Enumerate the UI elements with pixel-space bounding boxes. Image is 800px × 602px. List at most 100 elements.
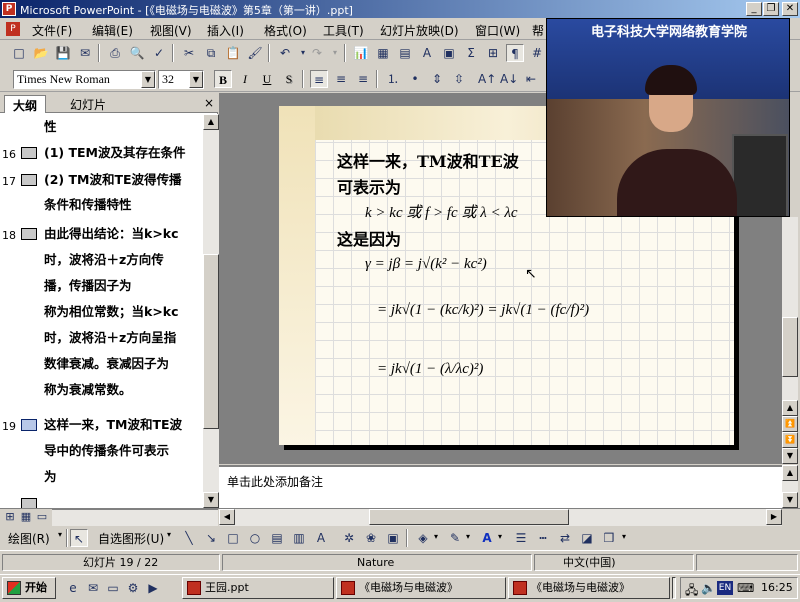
increase-spacing-icon[interactable]: ⇕	[428, 70, 446, 88]
menu-view[interactable]: 视图(V)	[150, 22, 192, 39]
outline-line[interactable]: 播，传播因子为	[44, 273, 132, 298]
menu-window[interactable]: 窗口(W)	[475, 22, 520, 39]
slide-thumbnail-icon[interactable]	[21, 147, 37, 159]
wordart-icon[interactable]: A	[312, 529, 330, 547]
open-file-icon[interactable]: 📂	[32, 44, 50, 62]
outline-hscrollbar[interactable]	[52, 509, 218, 526]
next-slide-icon[interactable]: ⏬	[782, 432, 798, 448]
quicklaunch-icon[interactable]: ⚙	[124, 579, 142, 597]
italic-button[interactable]: I	[236, 70, 254, 88]
outline-line[interactable]: 时，波将沿＋z方向传	[44, 247, 164, 272]
show-formatting-icon[interactable]: ¶	[506, 44, 524, 62]
demote-icon[interactable]: ⇤	[522, 70, 540, 88]
shadow-button[interactable]: S	[280, 70, 298, 88]
media-player-icon[interactable]: ▶	[144, 579, 162, 597]
new-file-icon[interactable]: □	[10, 44, 28, 62]
slide-because[interactable]: 这是因为	[337, 226, 401, 250]
outline-line[interactable]: 为	[44, 464, 57, 489]
numbering-icon[interactable]: ⒈	[384, 70, 402, 88]
expand-icon[interactable]: ⊞	[484, 44, 502, 62]
fill-color-icon[interactable]: ◈	[414, 529, 432, 547]
outline-line[interactable]: 这样一来，TM波和TE波	[44, 412, 182, 437]
line-color-icon[interactable]: ✎	[446, 529, 464, 547]
slide-title-line1[interactable]: 这样一来，TM波和TE波	[337, 148, 519, 172]
menu-edit[interactable]: 编辑(E)	[92, 22, 133, 39]
slide-title-line2[interactable]: 可表示为	[337, 174, 401, 198]
insert-picture-icon[interactable]: ▣	[384, 529, 402, 547]
save-icon[interactable]: 💾	[54, 44, 72, 62]
decrease-spacing-icon[interactable]: ⇳	[450, 70, 468, 88]
paste-icon[interactable]: 📋	[224, 44, 242, 62]
slide-sorter-icon[interactable]: ▦	[18, 509, 34, 525]
scroll-thumb[interactable]	[203, 254, 219, 429]
decrease-font-icon[interactable]: A↓	[500, 70, 518, 88]
clock[interactable]: 16:25	[761, 581, 793, 594]
taskbar-item[interactable]: 《电磁场与电磁波》	[508, 577, 670, 599]
outline-list[interactable]: 性 16 (1) TEM波及其存在条件 17 (2) TM波和TE波得传播 条件…	[0, 114, 203, 508]
draw-menu[interactable]: 绘图(R)	[8, 530, 50, 547]
select-pointer-icon[interactable]: ↖	[70, 529, 88, 547]
menu-help[interactable]: 帮	[532, 22, 544, 39]
notes-pane[interactable]: 单击此处添加备注	[219, 465, 782, 508]
arrow-style-icon[interactable]: ⇄	[556, 529, 574, 547]
grid-icon[interactable]: #	[528, 44, 546, 62]
outline-line[interactable]: 称为衰减常数。	[44, 377, 132, 402]
menu-slideshow[interactable]: 幻灯片放映(D)	[380, 22, 459, 39]
cut-icon[interactable]: ✂	[180, 44, 198, 62]
scroll-left-icon[interactable]: ◀	[219, 509, 235, 525]
slide-equation-3[interactable]: = jk√(1 − (λ/λc)²)	[377, 361, 483, 378]
undo-icon[interactable]: ↶	[276, 44, 294, 62]
previous-slide-icon[interactable]: ⏫	[782, 416, 798, 432]
rectangle-icon[interactable]: □	[224, 529, 242, 547]
tab-slides[interactable]: 幻灯片	[62, 95, 114, 113]
slide-thumbnail-icon[interactable]	[21, 419, 37, 431]
scroll-thumb[interactable]	[369, 509, 569, 525]
slide-condition[interactable]: k > kc 或 f > fc 或 λ < λc	[365, 201, 517, 222]
close-icon[interactable]: ×	[204, 96, 214, 110]
outline-line[interactable]: (2) TM波和TE波得传播	[44, 167, 182, 192]
scroll-up-icon[interactable]: ▲	[782, 400, 798, 416]
align-left-icon[interactable]: ≡	[310, 70, 328, 88]
tab-outline[interactable]: 大纲	[4, 95, 47, 113]
insert-wordart-icon[interactable]: A	[418, 44, 436, 62]
format-painter-icon[interactable]: 🖌	[246, 44, 264, 62]
slide-hscrollbar[interactable]: ◀ ▶	[219, 509, 782, 526]
insert-image-icon[interactable]: ▣	[440, 44, 458, 62]
clipart-icon[interactable]: ❀	[362, 529, 380, 547]
chevron-down-icon[interactable]: ▾	[466, 532, 470, 541]
slideshow-icon[interactable]: ▭	[34, 509, 50, 525]
notes-placeholder[interactable]: 单击此处添加备注	[227, 473, 323, 490]
scroll-down-icon[interactable]: ▼	[203, 492, 219, 508]
tables-borders-icon[interactable]: ▤	[396, 44, 414, 62]
chevron-down-icon[interactable]: ▼	[189, 71, 203, 88]
normal-view-icon[interactable]: ⊞	[2, 509, 18, 525]
align-center-icon[interactable]: ≡	[332, 70, 350, 88]
insert-chart-icon[interactable]: 📊	[352, 44, 370, 62]
close-icon[interactable]: ✕	[782, 2, 798, 16]
ime-indicator[interactable]: EN	[717, 581, 733, 595]
scroll-down-icon[interactable]: ▼	[782, 448, 798, 464]
ie-icon[interactable]: e	[64, 579, 82, 597]
outline-scrollbar[interactable]: ▲ ▼	[203, 114, 219, 508]
spelling-icon[interactable]: ✓	[150, 44, 168, 62]
align-right-icon[interactable]: ≡	[354, 70, 372, 88]
volume-icon[interactable]: 🔈	[701, 581, 716, 595]
insert-table-icon[interactable]: ▦	[374, 44, 392, 62]
3d-style-icon[interactable]: ❒	[600, 529, 618, 547]
scroll-right-icon[interactable]: ▶	[766, 509, 782, 525]
bold-button[interactable]: B	[214, 70, 232, 88]
vertical-textbox-icon[interactable]: ▥	[290, 529, 308, 547]
bullets-icon[interactable]: •	[406, 70, 424, 88]
outline-line[interactable]: 由此得出结论：当k>kc	[44, 221, 179, 246]
menu-tools[interactable]: 工具(T)	[323, 22, 364, 39]
desktop-icon[interactable]: ▭	[104, 579, 122, 597]
diagram-icon[interactable]: ✲	[340, 529, 358, 547]
redo-dropdown-icon[interactable]: ▾	[326, 44, 344, 62]
outline-line[interactable]: 数律衰减。衰减因子为	[44, 351, 169, 376]
slide-thumbnail-icon[interactable]	[21, 174, 37, 186]
line-icon[interactable]: ╲	[180, 529, 198, 547]
shadow-style-icon[interactable]: ◪	[578, 529, 596, 547]
scroll-thumb[interactable]	[782, 317, 798, 377]
scroll-up-icon[interactable]: ▲	[782, 465, 798, 481]
underline-button[interactable]: U	[258, 70, 276, 88]
